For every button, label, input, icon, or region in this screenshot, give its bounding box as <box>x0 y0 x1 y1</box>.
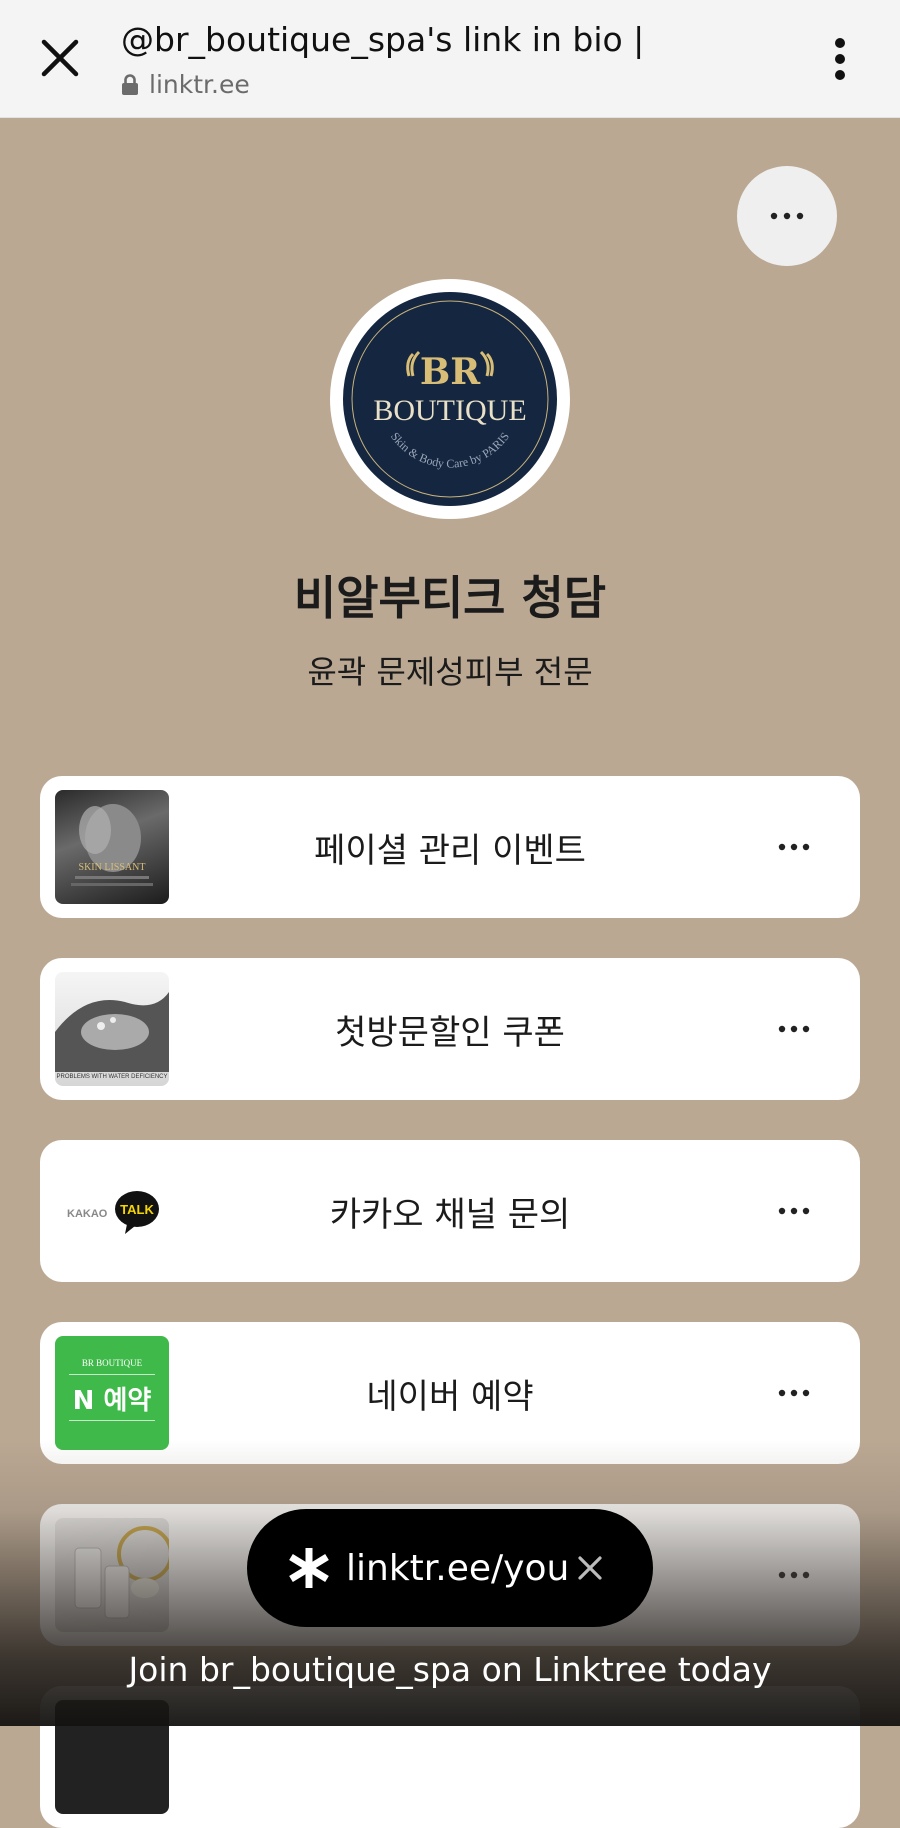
svg-text:BR: BR <box>420 351 481 393</box>
svg-text:TALK: TALK <box>120 1202 154 1217</box>
horizontal-dots-icon <box>778 1389 810 1397</box>
link-thumbnail <box>55 1700 169 1814</box>
browser-bar: @br_boutique_spa's link in bio | linktr.… <box>0 0 900 118</box>
link-button-first-visit-coupon[interactable]: PROBLEMS WITH WATER DEFICIENCY 첫방문할인 쿠폰 <box>40 958 860 1100</box>
link-label: 카카오 채널 문의 <box>329 1194 571 1235</box>
water-deficiency-image: PROBLEMS WITH WATER DEFICIENCY <box>55 992 169 1080</box>
pill-close-button[interactable] <box>567 1545 613 1591</box>
url-text: linktr.ee <box>149 70 250 99</box>
join-linktree-text[interactable]: Join br_boutique_spa on Linktree today <box>0 1650 900 1689</box>
link-thumbnail: KAKAO TALK <box>55 1154 169 1268</box>
br-boutique-logo: BR BOUTIQUE Skin & Body Care by PARIS <box>343 292 557 506</box>
lock-icon <box>122 73 138 95</box>
avatar: BR BOUTIQUE Skin & Body Care by PARIS <box>330 279 570 519</box>
link-more-button[interactable] <box>764 824 824 870</box>
svg-text:KAKAO: KAKAO <box>67 1208 108 1220</box>
link-thumbnail: BR BOUTIQUE N 예약 <box>55 1336 169 1450</box>
naver-booking-logo: BR BOUTIQUE N 예약 <box>69 1358 155 1421</box>
link-label: 첫방문할인 쿠폰 <box>335 1012 565 1053</box>
link-button-facial-event[interactable]: SKIN LISSANT 페이셜 관리 이벤트 <box>40 776 860 918</box>
link-label: 네이버 예약 <box>366 1376 534 1417</box>
vertical-dots-icon <box>835 38 845 80</box>
browser-menu-button[interactable] <box>822 36 858 82</box>
horizontal-dots-icon <box>778 843 810 851</box>
svg-text:N 예약: N 예약 <box>73 1386 152 1416</box>
page-title: @br_boutique_spa's link in bio | <box>121 20 645 59</box>
profile-more-button[interactable] <box>737 166 837 266</box>
profile-bio: 윤곽 문제성피부 전문 <box>307 653 593 691</box>
close-button[interactable] <box>36 30 84 86</box>
svg-text:PROBLEMS WITH WATER DEFICIENCY: PROBLEMS WITH WATER DEFICIENCY <box>56 1074 167 1080</box>
linktree-claim-pill[interactable]: linktr.ee/you <box>247 1509 653 1627</box>
link-button-naver-booking[interactable]: BR BOUTIQUE N 예약 네이버 예약 <box>40 1322 860 1464</box>
close-icon <box>41 39 79 77</box>
link-thumbnail: SKIN LISSANT <box>55 790 169 904</box>
product-photo-image <box>74 1526 169 1619</box>
link-thumbnail <box>55 1518 169 1632</box>
horizontal-dots-icon <box>778 1571 810 1579</box>
link-label: 페이셜 관리 이벤트 <box>314 830 586 871</box>
link-more-button[interactable] <box>764 1552 824 1598</box>
link-button-kakao-channel[interactable]: KAKAO TALK 카카오 채널 문의 <box>40 1140 860 1282</box>
link-button-next[interactable] <box>40 1686 860 1828</box>
link-more-button[interactable] <box>764 1006 824 1052</box>
horizontal-dots-icon <box>770 212 804 220</box>
link-more-button[interactable] <box>764 1370 824 1416</box>
link-more-button[interactable] <box>764 1188 824 1234</box>
svg-text:BR BOUTIQUE: BR BOUTIQUE <box>82 1358 143 1368</box>
svg-text:BOUTIQUE: BOUTIQUE <box>373 394 526 427</box>
close-icon <box>578 1556 602 1580</box>
url-display[interactable]: linktr.ee <box>121 70 250 99</box>
svg-text:SKIN LISSANT: SKIN LISSANT <box>79 862 146 873</box>
horizontal-dots-icon <box>778 1207 810 1215</box>
facial-photo-image: SKIN LISSANT <box>71 804 153 886</box>
horizontal-dots-icon <box>778 1025 810 1033</box>
linktree-asterisk-icon <box>289 1548 329 1588</box>
kakao-talk-logo: KAKAO TALK <box>67 1191 159 1234</box>
link-thumbnail: PROBLEMS WITH WATER DEFICIENCY <box>55 972 169 1086</box>
profile-name: 비알부티크 청담 <box>293 571 607 625</box>
pill-label: linktr.ee/you <box>346 1547 570 1589</box>
